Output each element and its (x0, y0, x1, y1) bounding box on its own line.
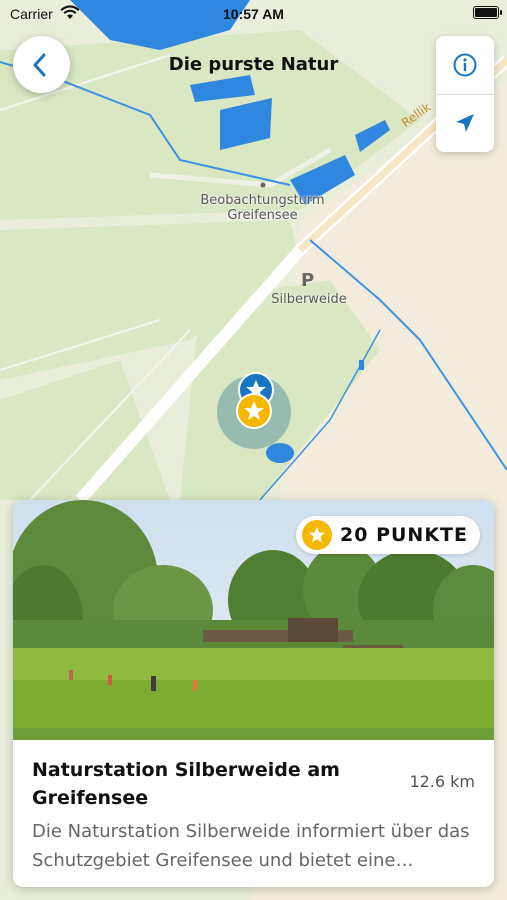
info-button[interactable] (436, 36, 494, 95)
map-label-tower-line1: Beobachtungsturm (200, 193, 325, 208)
info-icon (453, 53, 477, 77)
locate-button[interactable] (436, 94, 494, 152)
parking-icon: P (301, 270, 315, 291)
star-icon (302, 520, 333, 550)
status-bar: Carrier 10:57 AM (0, 0, 507, 28)
map-label-parking: Silberweide (271, 292, 347, 307)
card-description: Die Naturstation Silberweide informiert … (32, 821, 470, 871)
battery-icon (473, 6, 502, 19)
location-arrow-icon (456, 114, 474, 132)
page-title: Die purste Natur (168, 54, 339, 75)
map-label-tower: Beobachtungsturm Greifensee (180, 193, 345, 223)
distance-label: 12.6 km (409, 772, 475, 791)
map-controls (436, 36, 494, 152)
points-label: 20 PUNKTE (340, 524, 468, 546)
card-title: Naturstation Silberweide am Greifensee (32, 759, 340, 809)
map-label-tower-line2: Greifensee (227, 208, 298, 223)
clock: 10:57 AM (223, 6, 284, 22)
points-badge: 20 PUNKTE (296, 516, 480, 554)
location-card[interactable]: 20 PUNKTE Naturstation Silberweide am Gr… (13, 500, 494, 887)
